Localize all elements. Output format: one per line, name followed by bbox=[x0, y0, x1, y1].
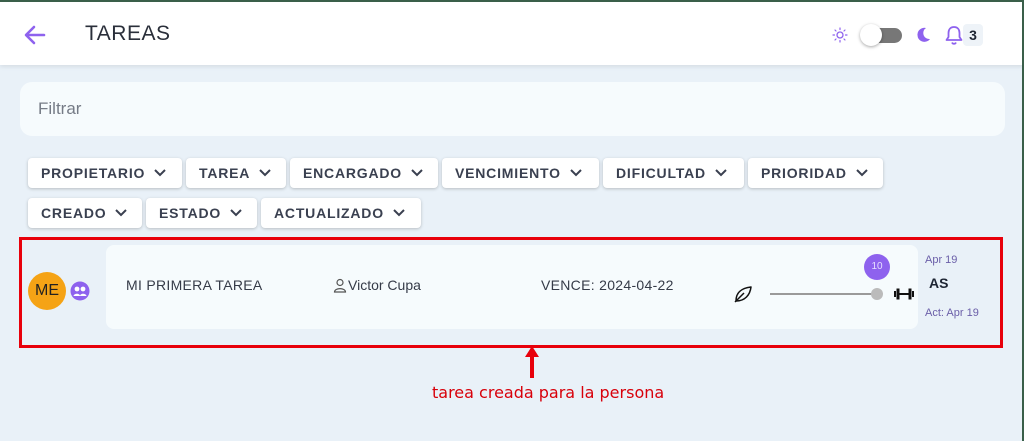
sort-button-label: VENCIMIENTO bbox=[455, 165, 561, 181]
sort-button-estado[interactable]: ESTADO bbox=[146, 198, 257, 228]
sort-button-label: CREADO bbox=[41, 205, 107, 221]
chevron-down-icon bbox=[856, 169, 868, 177]
theme-toggle[interactable] bbox=[860, 24, 902, 46]
sort-button-label: ENCARGADO bbox=[303, 165, 402, 181]
sort-button-actualizado[interactable]: ACTUALIZADO bbox=[261, 198, 421, 228]
chevron-down-icon bbox=[570, 169, 582, 177]
bell-icon[interactable] bbox=[944, 24, 964, 46]
sort-button-label: PROPIETARIO bbox=[41, 165, 146, 181]
sort-button-dificultad[interactable]: DIFICULTAD bbox=[603, 158, 744, 188]
chevron-down-icon bbox=[411, 169, 423, 177]
chevron-down-icon bbox=[393, 209, 405, 217]
sun-icon bbox=[832, 27, 848, 43]
sort-button-propietario[interactable]: PROPIETARIO bbox=[28, 158, 182, 188]
sort-button-label: ACTUALIZADO bbox=[274, 205, 384, 221]
app-header: TAREAS 3 bbox=[0, 0, 1024, 65]
moon-icon bbox=[917, 27, 930, 42]
sort-button-encargado[interactable]: ENCARGADO bbox=[290, 158, 438, 188]
notification-count: 3 bbox=[963, 24, 983, 46]
filter-box bbox=[20, 82, 1005, 136]
sort-button-vencimiento[interactable]: VENCIMIENTO bbox=[442, 158, 599, 188]
chevron-down-icon bbox=[230, 209, 242, 217]
sort-button-label: ESTADO bbox=[159, 205, 222, 221]
annotation-arrow-icon bbox=[525, 346, 539, 378]
sort-button-label: PRIORIDAD bbox=[761, 165, 847, 181]
sort-button-label: TAREA bbox=[199, 165, 251, 181]
chevron-down-icon bbox=[259, 169, 271, 177]
toggle-knob bbox=[860, 24, 882, 46]
annotation-text: tarea creada para la persona bbox=[432, 383, 665, 402]
chevron-down-icon bbox=[115, 209, 128, 217]
chevron-down-icon bbox=[154, 169, 166, 177]
sort-button-label: DIFICULTAD bbox=[616, 165, 706, 181]
filter-input[interactable] bbox=[20, 82, 1005, 136]
annotation-highlight-box bbox=[19, 237, 1003, 348]
sort-button-creado[interactable]: CREADO bbox=[28, 198, 142, 228]
chevron-down-icon bbox=[715, 169, 727, 177]
back-arrow-icon[interactable] bbox=[22, 22, 48, 48]
page-title: TAREAS bbox=[85, 22, 171, 45]
sort-button-tarea[interactable]: TAREA bbox=[186, 158, 286, 188]
sort-button-prioridad[interactable]: PRIORIDAD bbox=[748, 158, 883, 188]
